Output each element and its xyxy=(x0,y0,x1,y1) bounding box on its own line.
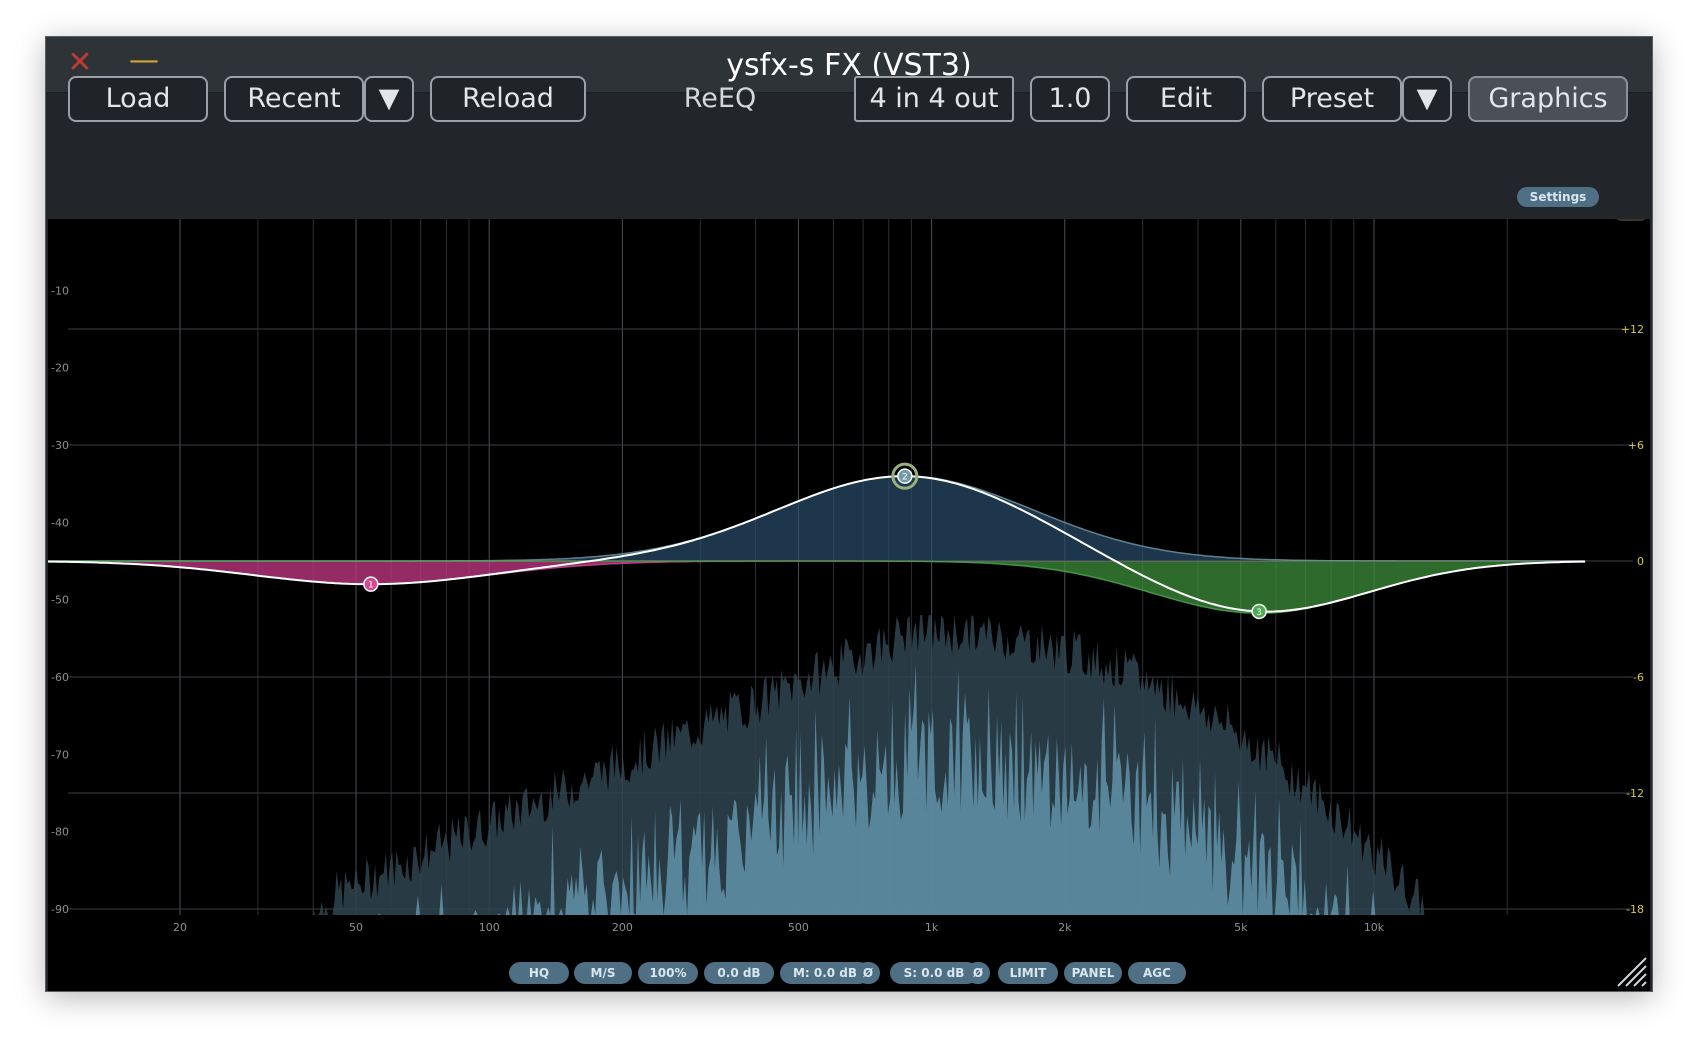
graphics-button[interactable]: Graphics xyxy=(1468,76,1628,122)
gain-db-label: -18 xyxy=(1626,903,1644,916)
plugin-name: ReEQ xyxy=(683,83,757,114)
gain-db-label: -6 xyxy=(1633,671,1644,684)
spectrum-db-label: -80 xyxy=(51,826,69,839)
gain-db-label: -12 xyxy=(1626,787,1644,800)
band-handle-label: 1 xyxy=(368,581,374,591)
edit-button[interactable]: Edit xyxy=(1126,76,1246,122)
band-handle-label: 2 xyxy=(902,473,908,483)
spectrum-db-label: -40 xyxy=(51,516,69,529)
gain-db-label: +12 xyxy=(1621,323,1644,336)
io-config-button[interactable]: 4 in 4 out xyxy=(854,76,1014,122)
gain-control[interactable]: 0.0 dB xyxy=(704,962,774,984)
freq-label: 200 xyxy=(612,921,633,934)
version-label: 1.0 xyxy=(1030,76,1110,122)
spectrum-db-label: 0 xyxy=(51,219,58,220)
freq-label: 50 xyxy=(349,921,363,934)
mix-control[interactable]: 100% xyxy=(638,962,698,984)
band-fills xyxy=(48,475,1586,614)
freq-label: 500 xyxy=(788,921,809,934)
reload-button[interactable]: Reload xyxy=(430,76,586,122)
spectrum-db-label: -90 xyxy=(51,903,69,916)
eq-graph[interactable]: 123 0-10-20-30-40-50-60-70-80-90+18+12+6… xyxy=(48,219,1650,991)
band-1-handle[interactable]: 1 xyxy=(363,576,379,592)
limit-toggle[interactable]: LIMIT xyxy=(998,962,1058,984)
ms-toggle[interactable]: M/S xyxy=(574,962,632,984)
plugin-window: ✕ — ysfx-s FX (VST3) 123 0-10-20-30-40-5… xyxy=(45,36,1653,992)
agc-toggle[interactable]: AGC xyxy=(1128,962,1186,984)
spectrum-db-label: -10 xyxy=(51,284,69,297)
eq-graph-canvas[interactable]: 123 0-10-20-30-40-50-60-70-80-90+18+12+6… xyxy=(48,219,1650,991)
load-button[interactable]: Load xyxy=(68,76,208,122)
freq-label: 100 xyxy=(479,921,500,934)
gain-db-label: +6 xyxy=(1628,439,1644,452)
hq-toggle[interactable]: HQ xyxy=(509,962,569,984)
spectrum-db-label: -60 xyxy=(51,671,69,684)
mid-phase-toggle[interactable]: Ø xyxy=(856,962,880,984)
preset-button[interactable]: Preset xyxy=(1262,76,1402,122)
spectrum-db-label: -50 xyxy=(51,594,69,607)
preset-dropdown-button[interactable]: ▼ xyxy=(1402,76,1452,122)
side-gain-control[interactable]: S: 0.0 dB xyxy=(890,962,978,984)
spectrum-db-label: -70 xyxy=(51,748,69,761)
freq-label: 20 xyxy=(173,921,187,934)
spectrum-db-label: -20 xyxy=(51,362,69,375)
settings-button[interactable]: Settings xyxy=(1517,187,1599,207)
spectrum-analyzer xyxy=(313,615,1425,915)
resize-grip-icon[interactable] xyxy=(1612,952,1648,988)
gain-db-label: 0 xyxy=(1637,555,1644,568)
recent-button[interactable]: Recent xyxy=(224,76,364,122)
freq-label: 2k xyxy=(1058,921,1072,934)
spectrum-db-label: -30 xyxy=(51,439,69,452)
freq-label: 10k xyxy=(1364,921,1385,934)
recent-dropdown-button[interactable]: ▼ xyxy=(364,76,414,122)
band-handle-label: 3 xyxy=(1256,608,1262,618)
freq-label: 5k xyxy=(1234,921,1248,934)
band-3-handle[interactable]: 3 xyxy=(1251,603,1267,620)
band-2-fill xyxy=(48,475,1586,561)
gain-db-label: +18 xyxy=(1621,219,1644,220)
freq-label: 1k xyxy=(925,921,939,934)
side-phase-toggle[interactable]: Ø xyxy=(966,962,990,984)
panel-toggle[interactable]: PANEL xyxy=(1064,962,1122,984)
